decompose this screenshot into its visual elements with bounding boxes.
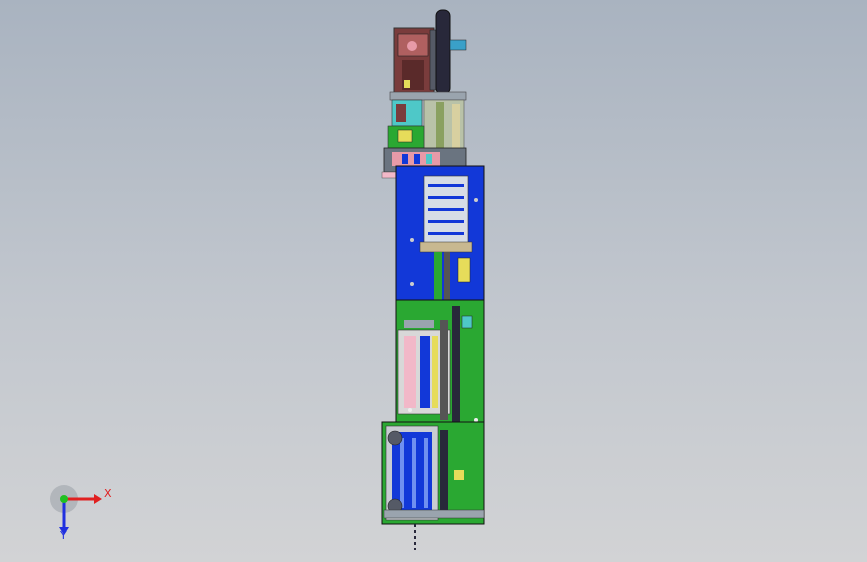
cad-viewport[interactable]: X Y [0,0,867,562]
bottom-conveyor[interactable] [381,421,485,550]
machine-assembly-model[interactable] [0,0,867,562]
y-axis-label: Y [60,529,67,542]
blue-frame-panel[interactable] [395,165,485,301]
motor-wheel-assembly[interactable] [393,9,467,97]
green-frame-panel[interactable] [395,299,485,441]
coordinate-triad: X Y [50,485,120,545]
x-axis-label: X [104,487,112,500]
